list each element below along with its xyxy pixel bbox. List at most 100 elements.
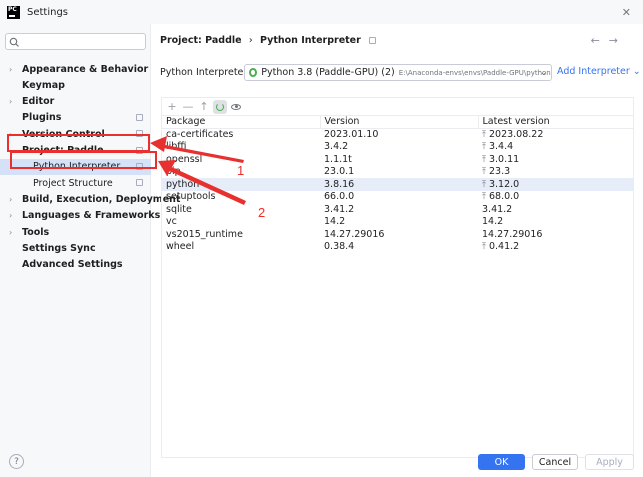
title-bar: PC Settings ✕ <box>0 0 643 24</box>
logo-text: PC <box>8 5 17 13</box>
package-version: 1.1.1t <box>324 153 352 165</box>
package-name: vc <box>166 216 177 228</box>
package-version: 66.0.0 <box>324 191 355 203</box>
table-row[interactable]: python 3.8.16 ⤒ 3.12.0 <box>162 178 633 191</box>
sidebar-item-label: Tools <box>22 226 50 238</box>
table-row[interactable]: vs2015_runtime 14.27.29016 14.27.29016 <box>162 228 633 241</box>
back-arrow-icon[interactable]: ← <box>591 34 609 47</box>
table-row[interactable]: setuptools 66.0.0 ⤒ 68.0.0 <box>162 191 633 204</box>
chevron-right-icon[interactable]: › <box>9 130 12 139</box>
settings-sidebar: › Appearance & Behavior Keymap › Editor Plugi… <box>0 24 180 477</box>
breadcrumb-project[interactable]: Project: Paddle <box>160 35 242 46</box>
latest-version-value: 23.3 <box>488 166 511 178</box>
sidebar-item-keymap[interactable]: Keymap <box>0 77 151 93</box>
sidebar-item-tools[interactable]: › Tools <box>0 224 151 240</box>
package-version: 2023.01.10 <box>324 129 379 140</box>
chevron-right-icon[interactable]: › <box>9 195 12 204</box>
search-input[interactable] <box>5 33 146 50</box>
remove-package-icon[interactable]: — <box>181 100 195 114</box>
packages-toolbar: + — ↑ <box>162 98 633 115</box>
sidebar-item-python-interpreter[interactable]: Python Interpreter <box>0 158 151 175</box>
package-latest-version: ⤒ 68.0.0 <box>478 191 633 204</box>
table-row[interactable]: vc 14.2 14.2 <box>162 216 633 229</box>
forward-arrow-icon[interactable]: → <box>609 34 627 47</box>
pycharm-logo-icon: PC <box>7 5 20 19</box>
sidebar-item-build-execution-deployment[interactable]: › Build, Execution, Deployment <box>0 191 180 207</box>
sidebar-item-plugins[interactable]: Plugins <box>0 110 151 126</box>
chevron-right-icon[interactable]: › <box>9 65 12 74</box>
add-interpreter-link[interactable]: Add Interpreter ⌄ <box>557 66 641 77</box>
upgrade-available-icon[interactable]: ⤒ <box>482 142 486 152</box>
sidebar-item-label: Advanced Settings <box>22 259 123 271</box>
chevron-down-icon: ⌄ <box>540 68 547 77</box>
table-row[interactable]: openssl 1.1.1t ⤒ 3.0.11 <box>162 153 633 166</box>
table-row[interactable]: pip 23.0.1 ⤒ 23.3 <box>162 166 633 179</box>
upgrade-available-icon[interactable]: ⤒ <box>482 192 486 202</box>
sidebar-item-project-structure[interactable]: Project Structure <box>0 175 151 191</box>
package-latest-version: ⤒ 3.12.0 <box>478 178 633 191</box>
package-latest-version: 3.41.2 <box>478 203 633 216</box>
chevron-right-icon[interactable]: › <box>9 228 12 237</box>
chevron-right-icon[interactable]: › <box>9 97 12 106</box>
upgrade-available-icon[interactable]: ⤒ <box>482 242 486 252</box>
upgrade-available-icon[interactable]: ⤒ <box>482 155 486 165</box>
eye-icon[interactable] <box>229 100 243 114</box>
breadcrumb: Project: Paddle › Python Interpreter <box>160 35 377 46</box>
latest-version-value: 14.2 <box>482 216 504 228</box>
package-latest-version: 14.27.29016 <box>478 228 633 241</box>
chevron-down-icon[interactable]: ⌄ <box>9 146 16 155</box>
sidebar-item-advanced-settings[interactable]: Advanced Settings <box>0 257 151 273</box>
sidebar-item-appearance-behavior[interactable]: › Appearance & Behavior <box>0 61 151 77</box>
sidebar-item-label: Settings Sync <box>22 242 96 254</box>
column-header[interactable]: Package <box>162 115 321 129</box>
package-name: vs2015_runtime <box>166 228 243 240</box>
latest-version-value: 3.4.4 <box>488 141 514 153</box>
table-row[interactable]: sqlite 3.41.2 3.41.2 <box>162 203 633 216</box>
sidebar-item-label: Version Control <box>22 128 105 140</box>
column-header[interactable]: Version <box>320 115 479 129</box>
refresh-icon[interactable] <box>213 99 227 114</box>
breadcrumb-separator: › <box>248 35 253 46</box>
interpreter-select[interactable]: Python 3.8 (Paddle-GPU) (2) E:\Anaconda-… <box>244 64 552 81</box>
window-title: Settings <box>27 6 69 18</box>
cancel-button[interactable]: Cancel <box>532 454 578 470</box>
latest-version-value: 2023.08.22 <box>488 129 544 140</box>
sidebar-item-label: Appearance & Behavior <box>22 63 149 75</box>
table-row[interactable]: ca-certificates 2023.01.10 ⤒ 2023.08.22 <box>162 128 633 141</box>
chevron-down-icon: ⌄ <box>632 66 641 77</box>
package-version: 0.38.4 <box>324 241 355 253</box>
sidebar-item-editor[interactable]: › Editor <box>0 94 151 110</box>
package-latest-version: 14.2 <box>478 216 633 229</box>
sidebar-item-project-paddle[interactable]: ⌄ Project: Paddle <box>0 143 151 159</box>
table-row[interactable]: libffi 3.4.2 ⤒ 3.4.4 <box>162 141 633 154</box>
upgrade-available-icon[interactable]: ⤒ <box>482 130 486 140</box>
upgrade-available-icon[interactable]: ⤒ <box>482 180 486 190</box>
help-button[interactable]: ? <box>9 454 24 469</box>
upgrade-available-icon[interactable]: ⤒ <box>482 167 486 177</box>
sidebar-item-label: Editor <box>22 96 55 108</box>
packages-table: Package Version Latest version ca-certif… <box>162 115 633 253</box>
add-interpreter-label: Add Interpreter <box>557 66 630 77</box>
package-name: ca-certificates <box>166 129 234 140</box>
ok-button[interactable]: OK <box>478 454 525 470</box>
main-panel: Project: Paddle › Python Interpreter ←→ … <box>152 24 643 477</box>
sidebar-item-label: Languages & Frameworks <box>22 210 161 222</box>
table-row[interactable]: wheel 0.38.4 ⤒ 0.41.2 <box>162 241 633 254</box>
latest-version-value: 3.41.2 <box>482 203 513 215</box>
shared-settings-icon <box>136 130 143 138</box>
column-header[interactable]: Latest version <box>478 115 633 129</box>
add-package-icon[interactable]: + <box>165 100 179 114</box>
apply-button[interactable]: Apply <box>585 454 634 470</box>
interpreter-path: E:\Anaconda-envs\envs\Paddle-GPU\python.… <box>398 68 551 77</box>
package-version: 14.27.29016 <box>324 228 385 240</box>
sidebar-item-settings-sync[interactable]: Settings Sync <box>0 240 151 256</box>
upgrade-package-icon[interactable]: ↑ <box>197 100 211 114</box>
chevron-right-icon[interactable]: › <box>9 211 12 220</box>
sidebar-item-languages-frameworks[interactable]: › Languages & Frameworks <box>0 208 160 224</box>
interpreter-row: Python Interpreter: Python 3.8 (Paddle-G… <box>160 64 641 81</box>
close-icon[interactable]: ✕ <box>622 6 631 19</box>
interpreter-label: Python Interpreter: <box>160 66 251 78</box>
latest-version-value: 3.0.11 <box>488 153 520 165</box>
package-version: 3.4.2 <box>324 141 349 153</box>
sidebar-item-version-control[interactable]: › Version Control <box>0 126 151 142</box>
